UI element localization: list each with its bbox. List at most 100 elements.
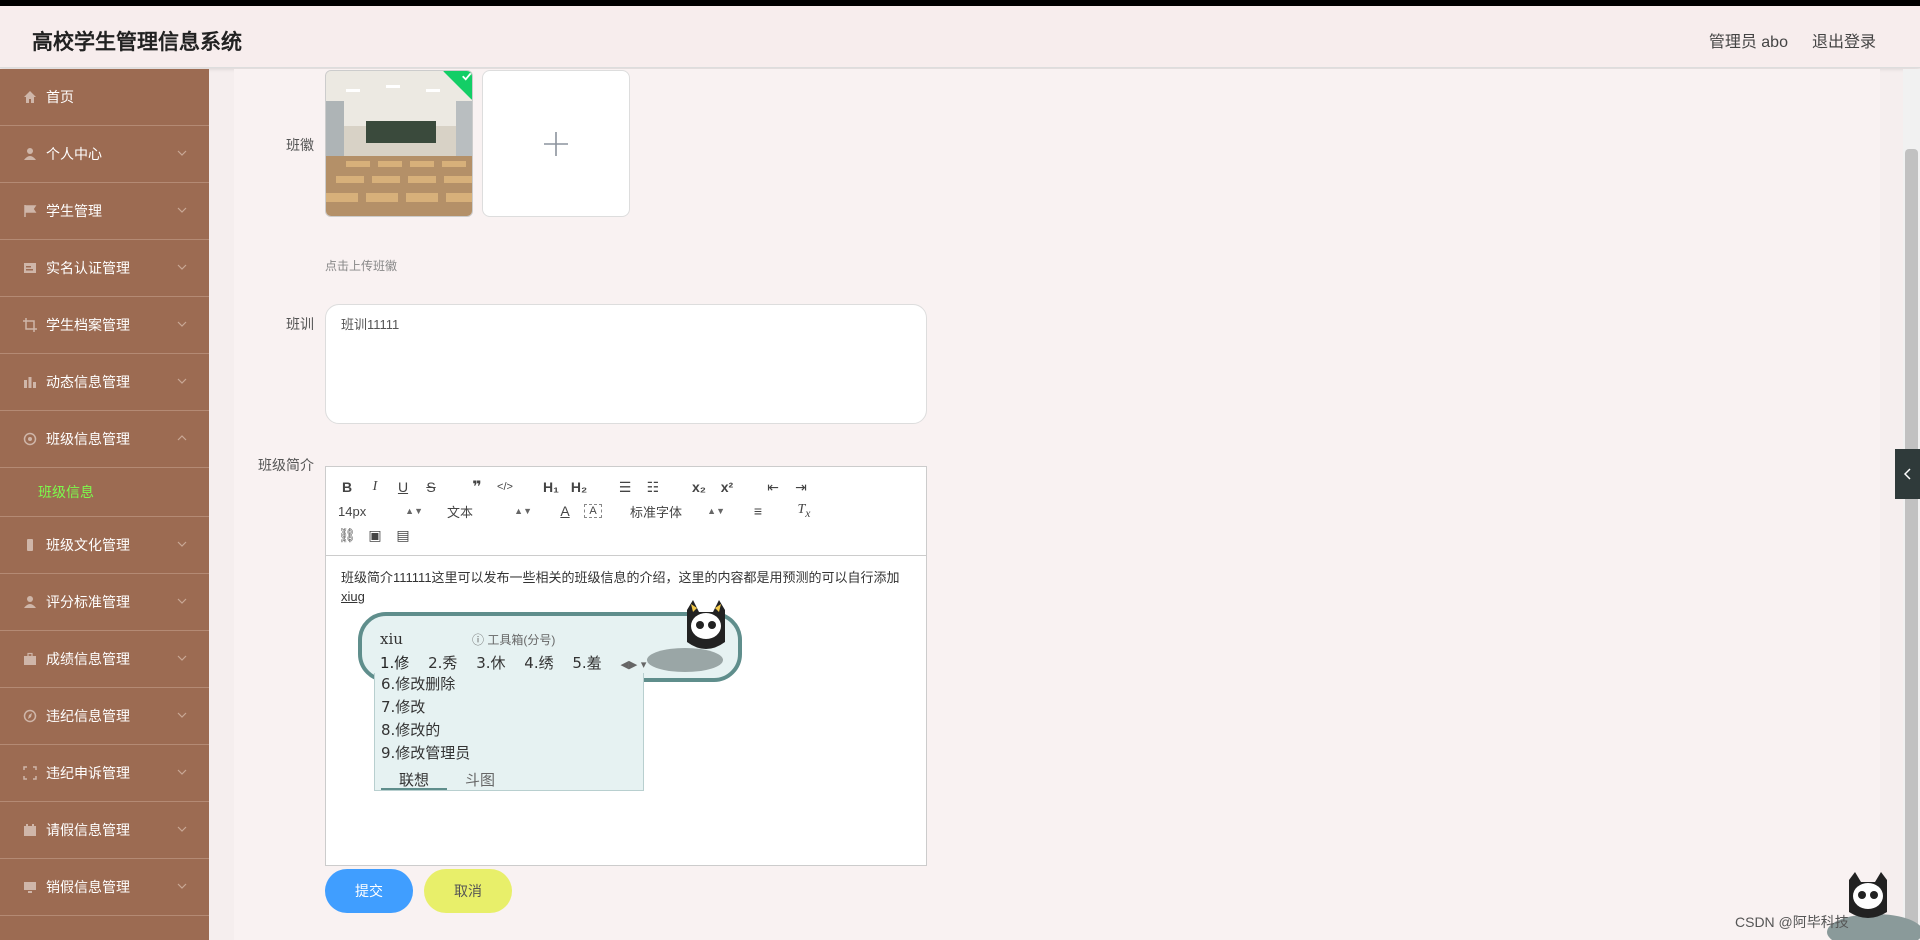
editor-toolbar: B I U S ❞ </> H₁ H₂ ☰ ☷ x₂ x² ⇤ ⇥ 14px ▲▼…: [326, 467, 926, 556]
csdn-watermark: CSDN @阿毕科技: [1735, 914, 1849, 930]
ime-phrase[interactable]: 6.修改删除: [375, 673, 643, 696]
top-header: 高校学生管理信息系统 管理员 abo 退出登录: [0, 6, 1920, 68]
indent-icon[interactable]: ⇥: [792, 479, 810, 496]
sidebar-item-cancel-leave[interactable]: 销假信息管理: [0, 859, 209, 916]
code-block-button[interactable]: </>: [496, 481, 514, 493]
sidebar-item-grades[interactable]: 成绩信息管理: [0, 631, 209, 688]
sidebar-item-leave[interactable]: 请假信息管理: [0, 802, 209, 859]
bold-button[interactable]: B: [338, 479, 356, 495]
briefcase-icon: [22, 651, 38, 667]
current-user: 管理员 abo: [1708, 34, 1788, 51]
banxun-label: 班训: [286, 316, 314, 332]
ime-candidate[interactable]: 3.休: [476, 654, 505, 672]
align-icon[interactable]: ≡: [749, 503, 767, 519]
editor-composing-text: xiug: [341, 589, 365, 604]
ime-candidates: 1.修 2.秀 3.休 4.绣 5.羞 ◀▶ ▾: [380, 652, 660, 673]
id-card-icon: [22, 260, 38, 276]
editor-body[interactable]: 班级简介111111这里可以发布一些相关的班级信息的介绍，这里的内容都是用预测的…: [326, 556, 926, 618]
outdent-icon[interactable]: ⇤: [764, 479, 782, 496]
cancel-button[interactable]: 取消: [424, 869, 512, 913]
check-icon: [462, 72, 472, 81]
ime-tab-doutu[interactable]: 斗图: [447, 767, 513, 790]
banxun-textarea[interactable]: [325, 304, 927, 424]
page-scrollbar[interactable]: [1903, 69, 1920, 940]
crop-icon: [22, 317, 38, 333]
sidebar-item-discipline[interactable]: 违纪信息管理: [0, 688, 209, 745]
sidebar-item-archive[interactable]: 学生档案管理: [0, 297, 209, 354]
ime-page-arrows-icon[interactable]: ◀▶ ▾: [620, 658, 646, 671]
sidebar-subitem-class-info[interactable]: 班级信息: [0, 468, 209, 517]
calendar-icon: [22, 822, 38, 838]
sidebar-item-home[interactable]: 首页: [0, 69, 209, 126]
sidebar-item-label: 违纪信息管理: [46, 708, 130, 724]
ime-candidate[interactable]: 4.绣: [524, 654, 553, 672]
ime-tab-lianxiang[interactable]: 联想: [381, 767, 448, 790]
sidebar-item-label: 评分标准管理: [46, 594, 130, 610]
banhui-label: 班徽: [286, 137, 314, 153]
ime-candidate[interactable]: 2.秀: [428, 654, 457, 672]
ime-candidate[interactable]: 5.羞: [572, 654, 601, 672]
collapse-side-tab[interactable]: [1895, 449, 1920, 499]
font-family-select[interactable]: 标准字体 ▲▼: [630, 502, 725, 521]
ime-phrase[interactable]: 9.修改管理员: [375, 742, 643, 765]
jianjie-label: 班级简介: [258, 457, 314, 473]
italic-button[interactable]: I: [366, 479, 384, 495]
chevron-down-icon: [177, 769, 187, 775]
sidebar-item-scoring[interactable]: 评分标准管理: [0, 574, 209, 631]
sidebar-item-realname[interactable]: 实名认证管理: [0, 240, 209, 297]
chevron-down-icon: [177, 264, 187, 270]
ime-toolbox[interactable]: ⓘ 工具箱(分号): [472, 631, 555, 648]
banhui-thumbnail[interactable]: [325, 70, 473, 217]
classroom-image: [326, 71, 472, 216]
logout-link[interactable]: 退出登录: [1812, 28, 1876, 52]
monitor-icon: [22, 879, 38, 895]
clear-format-icon[interactable]: Tx: [795, 502, 813, 520]
scrollbar-thumb[interactable]: [1905, 149, 1918, 929]
sidebar-item-class-culture[interactable]: 班级文化管理: [0, 517, 209, 574]
sidebar-item-label: 学生管理: [46, 203, 102, 219]
user-icon: [22, 146, 38, 162]
ordered-list-icon[interactable]: ☰: [616, 479, 634, 496]
mobile-icon: [22, 537, 38, 553]
format-select[interactable]: 文本 ▲▼: [447, 502, 532, 521]
subscript-button[interactable]: x₂: [690, 479, 708, 495]
ime-phrase[interactable]: 8.修改的: [375, 719, 643, 742]
upload-hint: 点击上传班徽: [325, 259, 398, 273]
plus-icon: [544, 131, 568, 156]
font-color-icon[interactable]: A: [556, 503, 574, 519]
sidebar-item-label: 班级信息管理: [46, 431, 130, 447]
sidebar-item-personal[interactable]: 个人中心: [0, 126, 209, 183]
link-icon[interactable]: ⛓: [338, 527, 356, 544]
sidebar-item-dynamic[interactable]: 动态信息管理: [0, 354, 209, 411]
underline-button[interactable]: U: [394, 479, 412, 495]
sidebar-item-label: 学生档案管理: [46, 317, 130, 333]
sidebar-item-appeal[interactable]: 违纪申诉管理: [0, 745, 209, 802]
compass-icon: [22, 708, 38, 724]
h2-button[interactable]: H₂: [570, 479, 588, 495]
frame-icon: [22, 765, 38, 781]
submit-button[interactable]: 提交: [325, 869, 413, 913]
image-icon[interactable]: ▣: [366, 527, 384, 544]
sidebar-item-label: 首页: [46, 89, 74, 105]
sidebar-item-label: 成绩信息管理: [46, 651, 130, 667]
bullet-list-icon[interactable]: ☷: [644, 479, 662, 496]
ime-candidate[interactable]: 1.修: [380, 654, 409, 672]
blockquote-button[interactable]: ❞: [468, 477, 486, 497]
ime-phrase[interactable]: 7.修改: [375, 696, 643, 719]
chevron-down-icon: [177, 378, 187, 384]
superscript-button[interactable]: x²: [718, 479, 736, 495]
sidebar-item-label: 实名认证管理: [46, 260, 130, 276]
sidebar-item-class-info[interactable]: 班级信息管理: [0, 411, 209, 468]
sidebar-item-label: 请假信息管理: [46, 822, 130, 838]
sidebar-item-students[interactable]: 学生管理: [0, 183, 209, 240]
chevron-down-icon: [177, 655, 187, 661]
font-size-select[interactable]: 14px ▲▼: [338, 504, 423, 519]
chevron-down-icon: [177, 598, 187, 604]
h1-button[interactable]: H₁: [542, 479, 560, 495]
chevron-down-icon: [177, 883, 187, 889]
upload-button[interactable]: [482, 70, 630, 217]
video-icon[interactable]: ▤: [394, 527, 412, 544]
header-right: 管理员 abo 退出登录: [1709, 28, 1876, 52]
background-color-icon[interactable]: A: [584, 504, 602, 518]
strike-button[interactable]: S: [422, 479, 440, 495]
